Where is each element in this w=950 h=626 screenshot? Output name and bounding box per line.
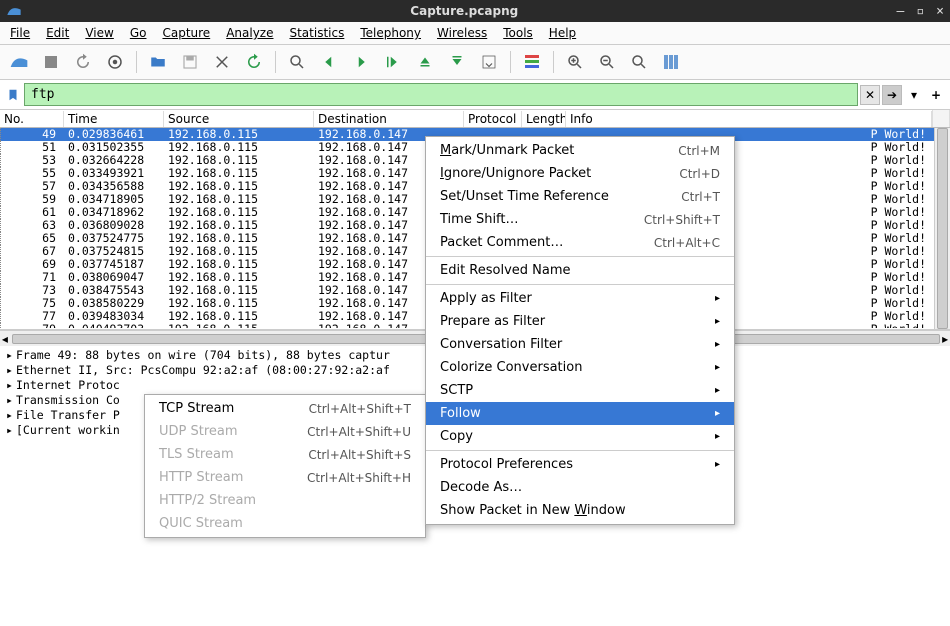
filter-clear-button[interactable]: ✕	[860, 85, 880, 105]
cm-sctp[interactable]: SCTP▸	[426, 379, 734, 402]
close-file-icon[interactable]	[209, 49, 235, 75]
open-file-icon[interactable]	[145, 49, 171, 75]
window-title: Capture.pcapng	[32, 4, 897, 18]
go-forward-icon[interactable]	[348, 49, 374, 75]
filter-add-button[interactable]: +	[926, 85, 946, 105]
cm-show-in-new-window[interactable]: Show Packet in New Window	[426, 499, 734, 522]
packet-list-header: No. Time Source Destination Protocol Len…	[0, 110, 950, 128]
cm-protocol-preferences[interactable]: Protocol Preferences▸	[426, 453, 734, 476]
menu-view[interactable]: View	[85, 26, 113, 40]
filter-dropdown-button[interactable]: ▾	[904, 85, 924, 105]
restart-capture-icon[interactable]	[70, 49, 96, 75]
menu-tools[interactable]: Tools	[503, 26, 533, 40]
filter-apply-button[interactable]: ➔	[882, 85, 902, 105]
cm-mark-packet[interactable]: Mark/Unmark PacketCtrl+M	[426, 139, 734, 162]
save-file-icon[interactable]	[177, 49, 203, 75]
close-button[interactable]: ×	[936, 4, 944, 19]
menu-file[interactable]: File	[10, 26, 30, 40]
cm-packet-comment[interactable]: Packet Comment…Ctrl+Alt+C	[426, 231, 734, 254]
go-first-icon[interactable]	[412, 49, 438, 75]
auto-scroll-icon[interactable]	[476, 49, 502, 75]
cm-prepare-as-filter[interactable]: Prepare as Filter▸	[426, 310, 734, 333]
jump-to-icon[interactable]	[380, 49, 406, 75]
submenu-http-stream: HTTP StreamCtrl+Alt+Shift+H	[145, 466, 425, 489]
submenu-tcp-stream[interactable]: TCP StreamCtrl+Alt+Shift+T	[145, 397, 425, 420]
cm-decode-as[interactable]: Decode As…	[426, 476, 734, 499]
colorize-icon[interactable]	[519, 49, 545, 75]
toolbar	[0, 45, 950, 80]
submenu-tls-stream: TLS StreamCtrl+Alt+Shift+S	[145, 443, 425, 466]
cm-ignore-packet[interactable]: Ignore/Unignore PacketCtrl+D	[426, 162, 734, 185]
menu-analyze[interactable]: Analyze	[226, 26, 273, 40]
capture-options-icon[interactable]	[102, 49, 128, 75]
zoom-out-icon[interactable]	[594, 49, 620, 75]
cm-edit-resolved-name[interactable]: Edit Resolved Name	[426, 259, 734, 282]
start-capture-icon[interactable]	[6, 49, 32, 75]
col-destination[interactable]: Destination	[314, 111, 464, 127]
col-source[interactable]: Source	[164, 111, 314, 127]
zoom-reset-icon[interactable]	[626, 49, 652, 75]
col-length[interactable]: Length	[522, 111, 566, 127]
submenu-http2-stream: HTTP/2 Stream	[145, 489, 425, 512]
menu-edit[interactable]: Edit	[46, 26, 69, 40]
display-filter-input[interactable]	[24, 83, 858, 106]
menu-help[interactable]: Help	[549, 26, 576, 40]
menu-statistics[interactable]: Statistics	[289, 26, 344, 40]
minimize-button[interactable]: –	[897, 4, 905, 19]
menu-go[interactable]: Go	[130, 26, 147, 40]
col-info[interactable]: Info	[566, 111, 932, 127]
find-packet-icon[interactable]	[284, 49, 310, 75]
col-protocol[interactable]: Protocol	[464, 111, 522, 127]
cm-conversation-filter[interactable]: Conversation Filter▸	[426, 333, 734, 356]
go-back-icon[interactable]	[316, 49, 342, 75]
col-time[interactable]: Time	[64, 111, 164, 127]
submenu-quic-stream: QUIC Stream	[145, 512, 425, 535]
wireshark-icon	[6, 3, 22, 19]
filter-bar: ✕ ➔ ▾ +	[0, 80, 950, 110]
titlebar: Capture.pcapng – ▫ ×	[0, 0, 950, 22]
zoom-in-icon[interactable]	[562, 49, 588, 75]
cm-follow[interactable]: Follow▸	[426, 402, 734, 425]
cm-colorize-conversation[interactable]: Colorize Conversation▸	[426, 356, 734, 379]
cm-copy[interactable]: Copy▸	[426, 425, 734, 448]
cm-time-shift[interactable]: Time Shift…Ctrl+Shift+T	[426, 208, 734, 231]
submenu-udp-stream: UDP StreamCtrl+Alt+Shift+U	[145, 420, 425, 443]
window-buttons: – ▫ ×	[897, 4, 944, 19]
packet-list-vscrollbar[interactable]	[934, 128, 950, 329]
resize-columns-icon[interactable]	[658, 49, 684, 75]
go-last-icon[interactable]	[444, 49, 470, 75]
col-no[interactable]: No.	[0, 111, 64, 127]
reload-file-icon[interactable]	[241, 49, 267, 75]
cm-apply-as-filter[interactable]: Apply as Filter▸	[426, 287, 734, 310]
packet-context-menu: Mark/Unmark PacketCtrl+M Ignore/Unignore…	[425, 136, 735, 525]
menu-wireless[interactable]: Wireless	[437, 26, 487, 40]
follow-submenu: TCP StreamCtrl+Alt+Shift+T UDP StreamCtr…	[144, 394, 426, 538]
cm-time-reference[interactable]: Set/Unset Time ReferenceCtrl+T	[426, 185, 734, 208]
menu-telephony[interactable]: Telephony	[360, 26, 421, 40]
menu-capture[interactable]: Capture	[162, 26, 210, 40]
filter-bookmark-icon[interactable]	[4, 86, 22, 104]
menubar: File Edit View Go Capture Analyze Statis…	[0, 22, 950, 45]
maximize-button[interactable]: ▫	[916, 4, 924, 19]
stop-capture-icon[interactable]	[38, 49, 64, 75]
